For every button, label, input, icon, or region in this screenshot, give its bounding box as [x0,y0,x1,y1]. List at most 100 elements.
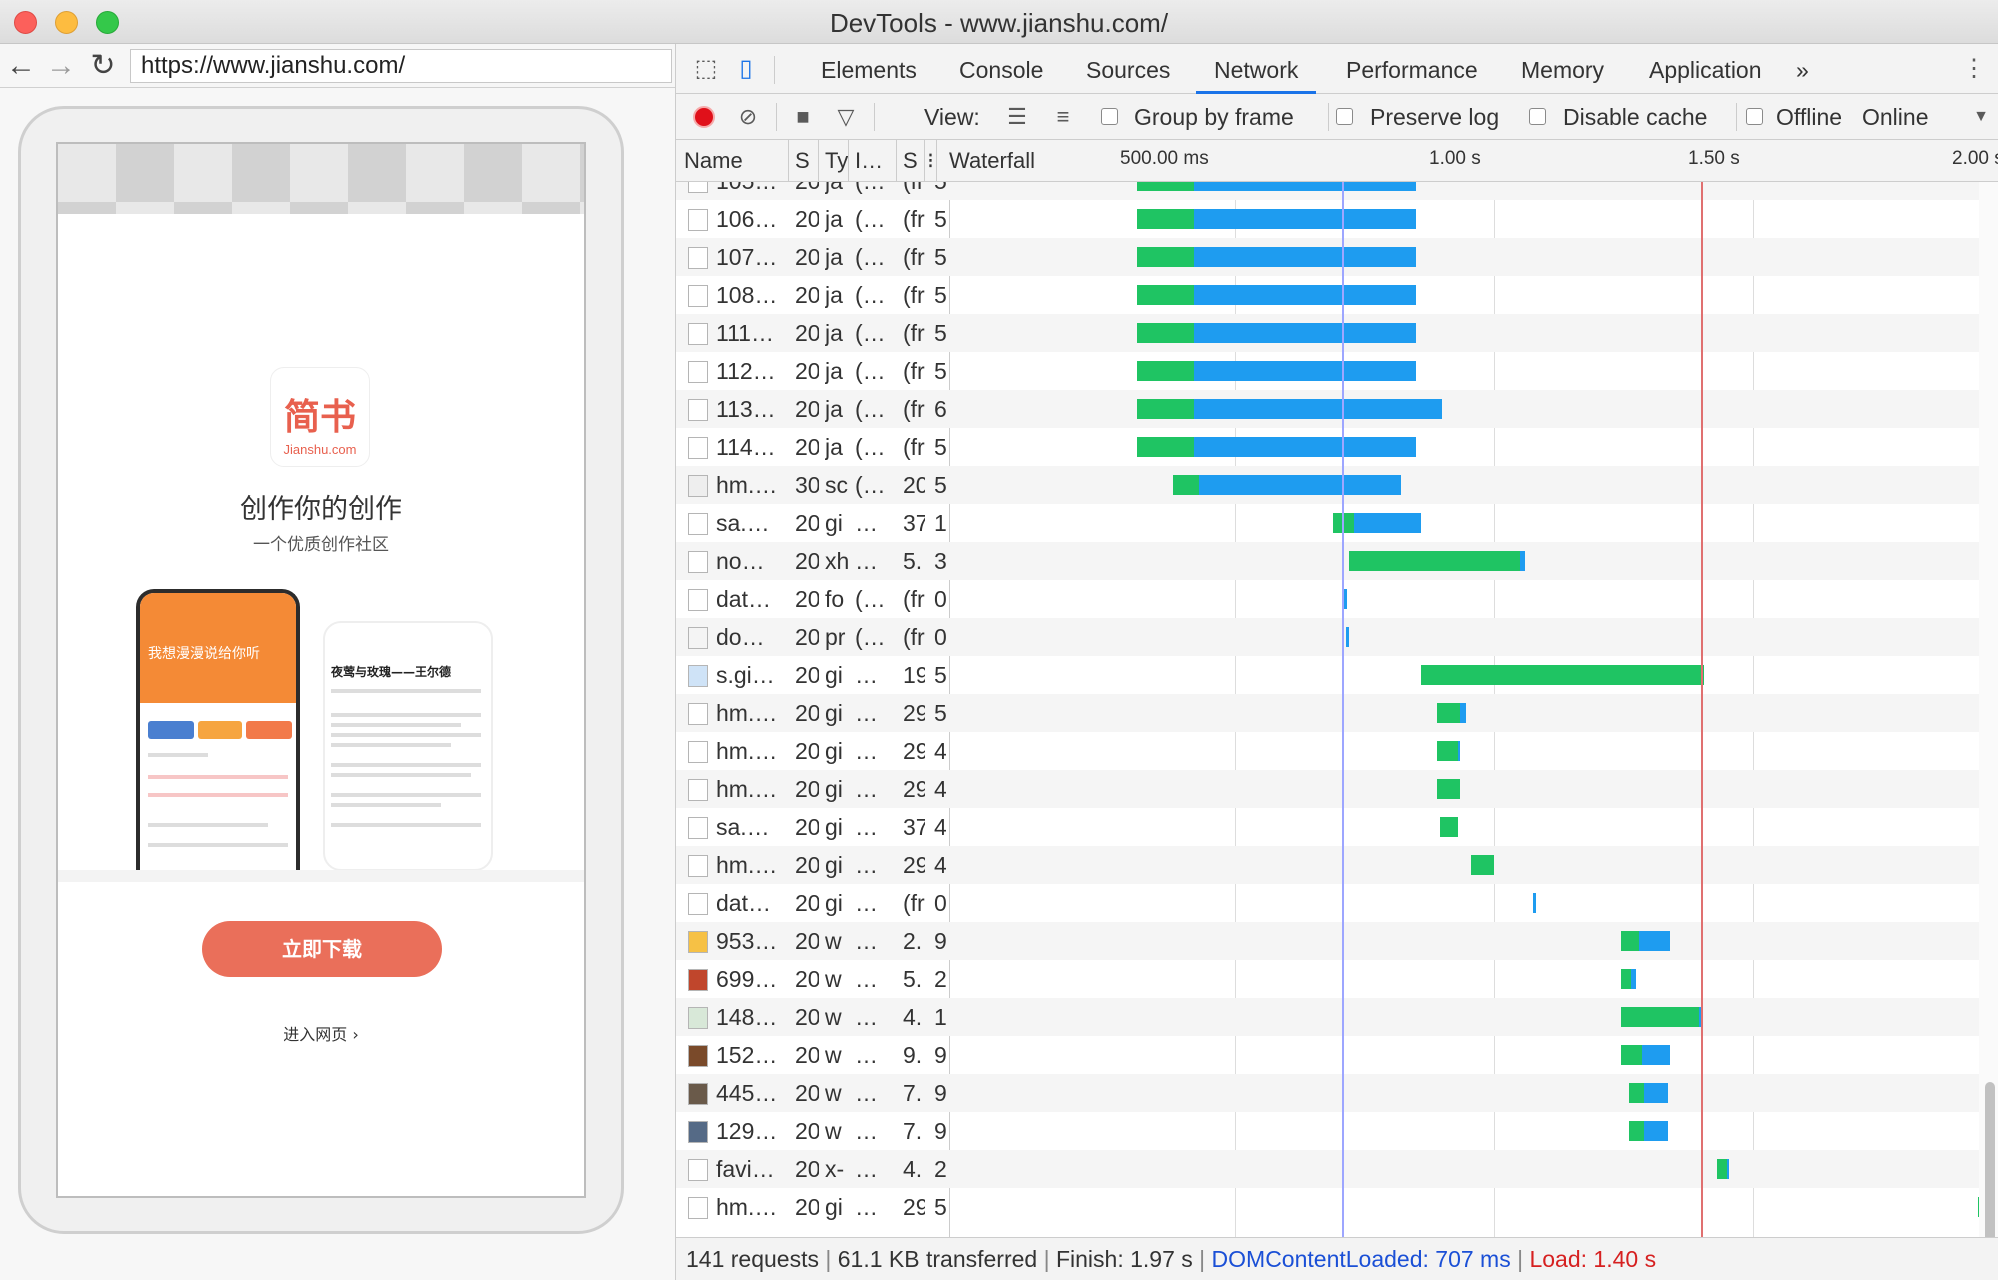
request-name-cell: hm.… [716,1194,778,1220]
request-status-cell: 20 [795,244,819,270]
timing-bar-waiting [1628,1083,1645,1103]
large-rows-icon[interactable]: ☰ [1002,102,1032,132]
back-arrow-icon[interactable]: ← [4,50,38,82]
request-size-cell: (fr [903,320,925,346]
tab-overflow-chevron[interactable]: » [1796,52,1809,88]
network-request-row[interactable]: 699… 20 w … 5. 2 [676,960,1998,998]
network-request-row[interactable]: 113… 20 ja (… (fr 6 [676,390,1998,428]
request-size-cell: 29 [903,776,925,802]
timing-bar-waiting [1136,361,1194,381]
network-request-row[interactable]: s.gi… 20 gi … 19 5 [676,656,1998,694]
phone-mockup-back: 夜莺与玫瑰——王尔德 [323,621,493,871]
network-request-row[interactable]: 114… 20 ja (… (fr 5 [676,428,1998,466]
network-request-row[interactable]: 112… 20 ja (… (fr 5 [676,352,1998,390]
request-t-cell: 9 [934,928,946,954]
tab-network[interactable]: Network [1196,52,1317,94]
column-status[interactable]: S [789,140,819,182]
timing-bar-waiting [1136,247,1194,267]
tab-application[interactable]: Application [1649,52,1762,88]
request-type-cell: ja [825,434,843,460]
column-size[interactable]: S [897,140,925,182]
request-name-cell: dat… [716,586,771,612]
title-bar: DevTools - www.jianshu.com/ [0,0,1998,44]
url-input[interactable]: https://www.jianshu.com/ [130,49,672,83]
tab-sources[interactable]: Sources [1086,52,1170,88]
request-size-cell: 7. [903,1080,923,1106]
network-request-row[interactable]: hm.… 20 gi … 29 5 [676,1188,1998,1226]
waterfall-tick-label: 500.00 ms [1120,148,1209,169]
tab-performance[interactable]: Performance [1346,52,1478,88]
network-request-row[interactable]: 445… 20 w … 7. 9 [676,1074,1998,1112]
timing-bar-download [1193,182,1417,191]
request-type-cell: sc [825,472,848,498]
request-type-cell: gi [825,852,843,878]
network-request-row[interactable]: sa.… 20 gi … 37 4 [676,808,1998,846]
network-request-row[interactable]: hm.… 20 gi … 29 5 [676,694,1998,732]
column-initiator[interactable]: I… [849,140,897,182]
forward-arrow-icon[interactable]: → [44,50,78,82]
screenshot-camera-icon[interactable]: ■ [788,102,818,132]
tab-elements[interactable]: Elements [821,52,917,88]
network-request-row[interactable]: do… 20 pr (… (fr 0 [676,618,1998,656]
network-request-row[interactable]: hm.… 20 gi … 29 4 [676,732,1998,770]
network-request-row[interactable]: dat… 20 gi … (fr 0 [676,884,1998,922]
timing-bar-download [1519,551,1526,571]
group-by-frame-checkbox[interactable] [1101,108,1118,125]
network-request-row[interactable]: 108… 20 ja (… (fr 5 [676,276,1998,314]
clear-icon[interactable]: ⊘ [733,102,763,132]
tab-console[interactable]: Console [959,52,1043,88]
network-request-row[interactable]: hm.… 20 gi … 29 4 [676,770,1998,808]
request-name-cell: 445… [716,1080,778,1106]
group-by-frame-label: Group by frame [1134,104,1294,130]
inspect-element-icon[interactable]: ⬚ [691,54,721,84]
scrollbar[interactable] [1979,182,1998,1276]
file-icon [688,741,708,763]
file-icon [688,1045,708,1067]
network-request-row[interactable]: 106… 20 ja (… (fr 5 [676,200,1998,238]
preserve-log-checkbox[interactable] [1336,108,1353,125]
request-init-cell: … [855,700,878,726]
network-request-row[interactable]: 953… 20 w … 2. 9 [676,922,1998,960]
network-request-row[interactable]: hm.… 20 gi … 29 4 [676,846,1998,884]
throttling-select[interactable]: Online [1862,102,1928,132]
request-size-cell: (fr [903,396,925,422]
network-request-row[interactable]: 152… 20 w … 9. 9 [676,1036,1998,1074]
network-request-row[interactable]: hm.… 30 sc (… 20 5 [676,466,1998,504]
timing-bar-waiting [1136,323,1194,343]
timing-bar-download [1198,475,1401,495]
request-type-cell: ja [825,320,843,346]
network-request-row[interactable]: favi… 20 x- … 4. 2 [676,1150,1998,1188]
tab-memory[interactable]: Memory [1521,52,1604,88]
offline-checkbox[interactable] [1746,108,1763,125]
column-name[interactable]: Name [676,140,789,182]
disable-cache-checkbox[interactable] [1529,108,1546,125]
column-type[interactable]: Ty [819,140,849,182]
reload-icon[interactable]: ↻ [86,50,120,82]
overview-icon[interactable]: ≡ [1048,102,1078,132]
filter-icon[interactable]: ▽ [831,102,861,132]
network-request-row[interactable]: 148… 20 w … 4. 1 [676,998,1998,1036]
network-request-row[interactable]: 129… 20 w … 7. 9 [676,1112,1998,1150]
column-time[interactable]: ⁝ [925,140,937,182]
timing-bar-download [1193,209,1417,229]
network-request-row[interactable]: 105… 20 ja (… (fr 5 [676,182,1998,200]
network-request-row[interactable]: 107… 20 ja (… (fr 5 [676,238,1998,276]
device-toolbar-icon[interactable]: ▯ [731,54,761,84]
divider [58,870,584,882]
request-t-cell: 2 [934,1156,946,1182]
more-menu-icon[interactable]: ⋮ [1959,54,1989,84]
request-size-cell: 2. [903,928,923,954]
network-request-row[interactable]: dat… 20 fo (… (fr 0 [676,580,1998,618]
timing-bar [1346,627,1350,647]
download-button[interactable]: 立即下载 [202,921,442,977]
request-type-cell: gi [825,662,843,688]
network-request-row[interactable]: no… 20 xh… 5. 3 [676,542,1998,580]
record-button[interactable] [693,106,715,128]
request-init-cell: … [855,966,878,992]
network-request-row[interactable]: sa.… 20 gi … 37 1 [676,504,1998,542]
chevron-down-icon[interactable]: ▼ [1966,102,1996,132]
request-name-cell: hm.… [716,738,778,764]
network-request-row[interactable]: 111… 20 ja (… (fr 5 [676,314,1998,352]
request-t-cell: 3 [934,548,946,574]
enter-web-link[interactable]: 进入网页 › [58,1021,584,1045]
